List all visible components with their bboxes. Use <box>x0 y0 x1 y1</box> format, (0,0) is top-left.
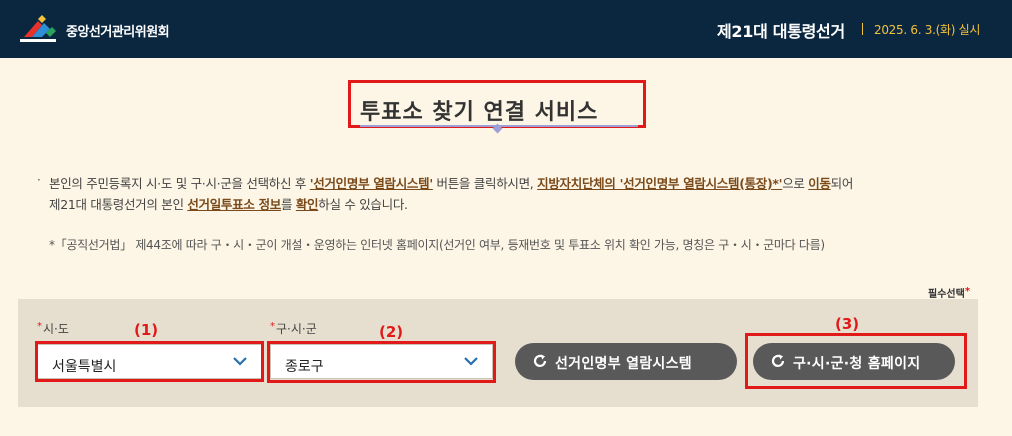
description-link[interactable]: 지방자치단체의 '선거인명부 열람시스템(통장)*' <box>537 176 782 191</box>
page-title: 투표소 찾기 연결 서비스 <box>360 100 599 125</box>
annotation-3: (3) <box>835 315 860 333</box>
description-link[interactable]: 확인 <box>296 197 319 212</box>
sido-highlight-box <box>35 341 264 382</box>
homepage-highlight-box <box>745 333 967 389</box>
election-date: 2025. 6. 3.(화) 실시 <box>874 23 981 37</box>
description-link[interactable]: 이동 <box>808 176 831 191</box>
description-text: 를 <box>280 197 296 212</box>
voter-registry-button-label: 선거인명부 열람시스템 <box>555 356 692 372</box>
description-text: 제21대 대통령선거의 본인 <box>49 197 188 212</box>
description-text: 버튼을 클릭하시면, <box>432 176 538 191</box>
description-text: 본인의 주민등록지 시·도 및 구·시·군을 선택하신 후 <box>49 176 310 191</box>
sido-label: *시·도 <box>37 321 69 336</box>
description-line-2: 제21대 대통령선거의 본인 선거일투표소 정보를 확인하실 수 있습니다. <box>49 194 408 213</box>
required-star: * <box>964 286 971 297</box>
description-line-1: 본인의 주민등록지 시·도 및 구·시·군을 선택하신 후 '선거인명부 열람시… <box>49 173 853 192</box>
legal-footnote: *「공직선거법」 제44조에 따라 구・시・군이 개설・운영하는 인터넷 홈페이… <box>49 238 825 252</box>
description-text: 되어 <box>830 176 854 191</box>
nec-logo-icon[interactable] <box>18 13 58 45</box>
annotation-2: (2) <box>379 323 404 341</box>
voter-registry-system-button[interactable]: 선거인명부 열람시스템 <box>515 343 737 380</box>
gusigun-label: *구·시·군 <box>270 321 317 336</box>
description-link[interactable]: '선거인명부 열람시스템' <box>310 176 433 191</box>
description-bullet: · <box>37 173 41 187</box>
election-title: 제21대 대통령선거 <box>717 22 845 41</box>
org-name[interactable]: 중앙선거관리위원회 <box>66 21 170 40</box>
required-star: * <box>270 321 275 332</box>
site-header: 중앙선거관리위원회 제21대 대통령선거 2025. 6. 3.(화) 실시 <box>0 0 1012 58</box>
description-text: 으로 <box>782 176 809 191</box>
required-selection-label: 필수선택* <box>928 286 971 300</box>
description-text: 하실 수 있습니다. <box>318 197 408 212</box>
refresh-icon <box>533 354 547 367</box>
annotation-1: (1) <box>134 321 159 339</box>
gusigun-highlight-box <box>267 341 496 383</box>
description-link[interactable]: 선거일투표소 정보 <box>187 197 281 212</box>
required-star: * <box>37 321 42 332</box>
title-divider <box>862 23 863 35</box>
